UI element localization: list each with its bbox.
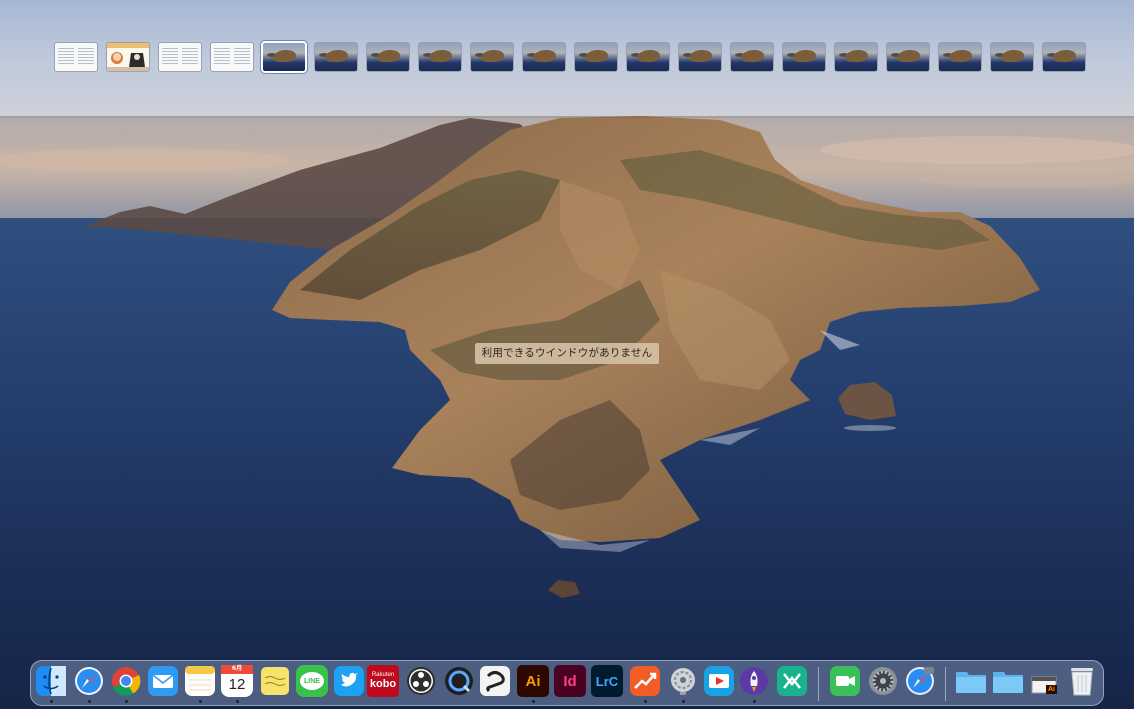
running-indicator: [124, 700, 128, 703]
space-thumbnail-7[interactable]: [367, 43, 409, 71]
trash-icon[interactable]: [1066, 665, 1098, 697]
folder-icon[interactable]: [992, 665, 1024, 697]
space-thumbnail-3[interactable]: [159, 43, 201, 71]
space-thumbnail-16[interactable]: [835, 43, 877, 71]
running-indicator: [681, 700, 685, 703]
twitter-bird-icon[interactable]: [333, 665, 365, 697]
rocket-icon[interactable]: [738, 665, 770, 703]
running-indicator: [87, 700, 91, 703]
space-thumbnail-14[interactable]: [731, 43, 773, 71]
video-play-icon[interactable]: [703, 665, 735, 697]
space-thumbnail-1[interactable]: [55, 43, 97, 71]
illustrator-file-icon[interactable]: Ai: [1028, 665, 1060, 697]
no-windows-available-message: 利用できるウインドウがありません: [475, 343, 659, 364]
clip-studio-icon[interactable]: [479, 665, 511, 697]
chart-arrow-icon[interactable]: [629, 665, 661, 703]
space-thumbnail-13[interactable]: [679, 43, 721, 71]
space-thumbnail-11[interactable]: [575, 43, 617, 71]
running-indicator: [531, 700, 535, 703]
space-thumbnail-15[interactable]: [783, 43, 825, 71]
merge-icon[interactable]: [776, 665, 808, 697]
facetime-icon[interactable]: [829, 665, 861, 697]
quicktime-icon[interactable]: [443, 665, 475, 697]
gear-icon[interactable]: [867, 665, 899, 697]
rakuten-kobo-icon[interactable]: Rakuten kobo: [367, 665, 399, 697]
indesign-label: Id: [563, 672, 577, 690]
running-indicator: [643, 700, 647, 703]
safari-icon[interactable]: [73, 665, 105, 703]
mission-control-spaces-bar: [0, 0, 1134, 116]
running-indicator: [49, 700, 53, 703]
space-thumbnail-20[interactable]: [1043, 43, 1085, 71]
indesign-icon[interactable]: Id: [554, 665, 586, 697]
space-thumbnail-8[interactable]: [419, 43, 461, 71]
dock-separator: [818, 667, 819, 701]
calendar-day: 12: [228, 676, 246, 693]
obs-icon[interactable]: [405, 665, 437, 697]
dock: 6月 12 LINE Rakuten kobo Ai Id LrC Ai: [30, 660, 1104, 706]
space-thumbnail-19[interactable]: [991, 43, 1033, 71]
space-thumbnail-2[interactable]: [107, 43, 149, 71]
launcher-wheel-icon[interactable]: [667, 665, 699, 703]
space-thumbnail-10[interactable]: [523, 43, 565, 71]
space-thumbnail-5[interactable]: [263, 43, 305, 71]
notes-icon[interactable]: [184, 665, 216, 703]
calendar-month: 6月: [231, 665, 243, 672]
illustrator-icon[interactable]: Ai: [517, 665, 549, 703]
running-indicator: [752, 700, 756, 703]
finder-icon[interactable]: [35, 665, 67, 703]
illustrator-label: Ai: [525, 672, 541, 690]
lightroom-classic-icon[interactable]: LrC: [591, 665, 623, 697]
compass-icon[interactable]: [904, 665, 936, 697]
space-thumbnail-12[interactable]: [627, 43, 669, 71]
folder-icon[interactable]: [955, 665, 987, 697]
space-thumbnail-4[interactable]: [211, 43, 253, 71]
calendar-icon[interactable]: 6月 12: [221, 665, 253, 703]
space-thumbnail-6[interactable]: [315, 43, 357, 71]
chrome-icon[interactable]: [110, 665, 142, 703]
space-thumbnail-18[interactable]: [939, 43, 981, 71]
spaces-list: [55, 43, 1085, 71]
dock-separator: [945, 667, 946, 701]
stickies-icon[interactable]: [259, 665, 291, 697]
space-thumbnail-17[interactable]: [887, 43, 929, 71]
lightroom-classic-label: LrC: [595, 673, 619, 689]
running-indicator: [235, 700, 239, 703]
space-thumbnail-9[interactable]: [471, 43, 513, 71]
mail-icon[interactable]: [147, 665, 179, 697]
line-icon[interactable]: LINE: [296, 665, 328, 697]
illustrator-file-label: Ai: [1046, 685, 1057, 694]
kobo-label: kobo: [369, 678, 397, 690]
running-indicator: [198, 700, 202, 703]
line-label: LINE: [304, 677, 320, 685]
